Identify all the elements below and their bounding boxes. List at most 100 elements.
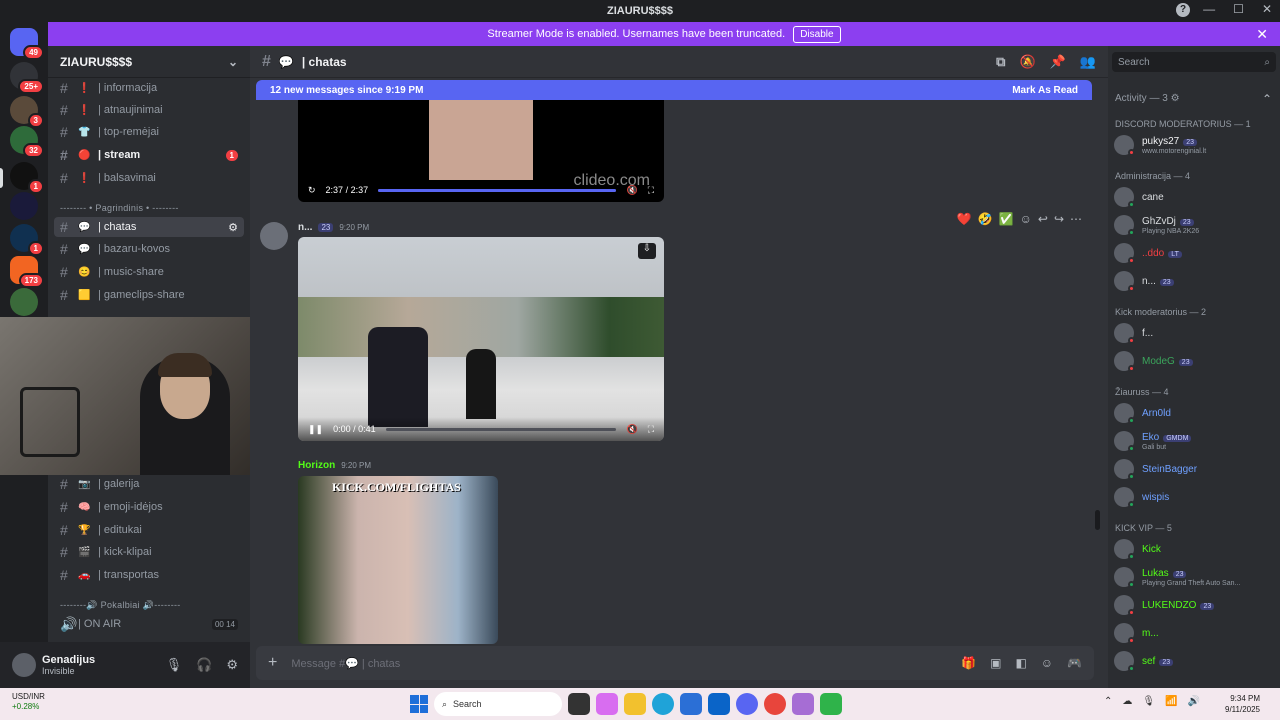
- channel-transportas[interactable]: # 🚗 | transportas: [54, 565, 244, 585]
- server-header[interactable]: ZIAURU$$$$ ⌄: [48, 46, 250, 78]
- server-icon[interactable]: 173: [10, 256, 44, 288]
- member-item[interactable]: pukys27 23 www.motorenginial.lt: [1114, 133, 1276, 157]
- volume-icon[interactable]: 🔇: [626, 424, 637, 435]
- maximize-icon[interactable]: ☐: [1233, 2, 1244, 16]
- copilot-icon[interactable]: [596, 693, 618, 715]
- channel-atnaujinimai[interactable]: # ❗ | atnaujinimai: [54, 100, 244, 120]
- sticker-icon[interactable]: ◧: [1015, 656, 1026, 670]
- member-item[interactable]: Arn0ld: [1114, 401, 1276, 425]
- message-input[interactable]: Message #💬 | chatas: [291, 657, 400, 670]
- replay-icon[interactable]: ↻: [308, 185, 316, 196]
- gif-icon[interactable]: ▣: [990, 656, 1001, 670]
- download-icon[interactable]: ⇩: [638, 243, 656, 259]
- microphone-icon[interactable]: 🎙: [166, 657, 183, 673]
- emoji-icon[interactable]: ☺: [1041, 656, 1053, 670]
- member-item[interactable]: ..ddo LT: [1114, 241, 1276, 265]
- channel-chatas[interactable]: # 💬 | chatas ⚙: [54, 217, 244, 237]
- taskbar-search[interactable]: ⌕ Search: [434, 692, 562, 716]
- category-pagrindinis[interactable]: -------- • Pagrindinis • --------: [60, 203, 179, 213]
- avatar[interactable]: [260, 222, 288, 250]
- server-icon[interactable]: [10, 288, 38, 316]
- server-icon[interactable]: 1: [10, 162, 44, 194]
- volume-icon[interactable]: 🔇: [626, 185, 637, 196]
- wifi-icon[interactable]: 📶: [1165, 696, 1177, 707]
- reply-icon[interactable]: ↩: [1038, 212, 1048, 226]
- home-icon[interactable]: 49: [10, 28, 44, 60]
- member-item[interactable]: f...: [1114, 321, 1276, 345]
- message-author[interactable]: Horizon: [298, 460, 335, 471]
- search-input[interactable]: Search ⌕: [1112, 52, 1276, 72]
- onedrive-icon[interactable]: ☁: [1122, 696, 1132, 707]
- apps-icon[interactable]: 🎮: [1067, 656, 1082, 670]
- member-item[interactable]: Eko GMDM Gali but: [1114, 429, 1276, 453]
- chevron-up-icon[interactable]: ⌃: [1262, 92, 1272, 106]
- member-item[interactable]: GhZvDj 23 Playing NBA 2K26: [1114, 213, 1276, 237]
- outlook-icon[interactable]: [708, 693, 730, 715]
- video-2-seek-bar[interactable]: [385, 427, 617, 431]
- check-reaction-icon[interactable]: ✅: [999, 212, 1014, 226]
- message-author[interactable]: n...: [298, 222, 312, 233]
- more-icon[interactable]: ⋯: [1070, 212, 1082, 226]
- channel-top-remejai[interactable]: # 👕 | top-remėjai: [54, 122, 244, 142]
- chevron-down-icon[interactable]: ⌄: [228, 55, 238, 69]
- member-item[interactable]: sef 23: [1114, 649, 1276, 673]
- heart-reaction-icon[interactable]: ❤️: [957, 212, 972, 226]
- stock-widget[interactable]: USD/INR +0.28%: [12, 692, 45, 713]
- channel-music-share[interactable]: # 😊 | music-share: [54, 262, 244, 282]
- channel-kick-klipai[interactable]: # 🎬 | kick-klipai: [54, 542, 244, 562]
- message-composer[interactable]: + Message #💬 | chatas 🎁 ▣ ◧ ☺ 🎮: [256, 646, 1094, 680]
- notifications-muted-icon[interactable]: 🔕: [1019, 54, 1035, 70]
- disable-button[interactable]: Disable: [793, 25, 841, 43]
- app-icon[interactable]: [792, 693, 814, 715]
- category-pokalbiai[interactable]: --------🔊 Pokalbiai 🔊--------: [60, 600, 181, 611]
- channel-emoji-idejos[interactable]: # 🧠 | emoji-idėjos: [54, 497, 244, 517]
- activity-header[interactable]: Activity — 3 ⚙: [1115, 93, 1180, 104]
- threads-icon[interactable]: ⧉: [996, 54, 1005, 70]
- headphones-icon[interactable]: 🎧: [196, 657, 212, 673]
- server-icon[interactable]: 32: [10, 126, 44, 158]
- gift-icon[interactable]: 🎁: [961, 656, 976, 670]
- user-info[interactable]: Genadijus Invisible: [42, 654, 95, 676]
- member-item[interactable]: cane: [1114, 185, 1276, 209]
- member-item[interactable]: Lukas 23 Playing Grand Theft Auto San...: [1114, 565, 1276, 589]
- member-item[interactable]: Kick: [1114, 537, 1276, 561]
- member-item[interactable]: LUKENDZO 23: [1114, 593, 1276, 617]
- edge-icon[interactable]: [652, 693, 674, 715]
- windows-start-icon[interactable]: [410, 695, 428, 713]
- store-icon[interactable]: [680, 693, 702, 715]
- laugh-reaction-icon[interactable]: 🤣: [978, 212, 993, 226]
- app-icon[interactable]: [820, 693, 842, 715]
- channel-gameclips-share[interactable]: # 🟨 | gameclips-share: [54, 285, 244, 305]
- fullscreen-icon[interactable]: ⛶: [648, 185, 654, 196]
- channel-editukai[interactable]: # 🏆 | editukai: [54, 520, 244, 540]
- forward-icon[interactable]: ↪: [1054, 212, 1064, 226]
- server-icon[interactable]: 25+: [10, 62, 44, 94]
- volume-icon[interactable]: 🔊: [1188, 696, 1200, 707]
- chevron-up-icon[interactable]: ⌃: [1104, 696, 1112, 707]
- channel-balsavimai[interactable]: # ❗ | balsavimai: [54, 168, 244, 188]
- image-attachment[interactable]: KICK.COM/FLIGHTAS: [298, 476, 498, 644]
- video-player-1[interactable]: clideo.com ↻ 2:37 / 2:37 🔇 ⛶: [298, 100, 664, 202]
- member-item[interactable]: wispis: [1114, 485, 1276, 509]
- member-item[interactable]: n... 23: [1114, 269, 1276, 293]
- file-explorer-icon[interactable]: [624, 693, 646, 715]
- new-messages-bar[interactable]: 12 new messages since 9:19 PM Mark As Re…: [256, 80, 1092, 100]
- clock[interactable]: 9:34 PM 9/11/2025: [1225, 693, 1260, 715]
- mic-icon[interactable]: 🎙: [1142, 696, 1155, 707]
- mark-as-read-button[interactable]: Mark As Read: [1012, 85, 1078, 96]
- server-icon[interactable]: 3: [10, 96, 44, 128]
- video-player-2[interactable]: ⇩ ❚❚ 0:00 / 0:41 🔇 ⛶: [298, 237, 664, 441]
- fullscreen-icon[interactable]: ⛶: [648, 424, 654, 435]
- member-item[interactable]: SteinBagger: [1114, 457, 1276, 481]
- close-banner-icon[interactable]: ✕: [1256, 26, 1268, 43]
- discord-icon[interactable]: [736, 693, 758, 715]
- task-view-icon[interactable]: [568, 693, 590, 715]
- member-item[interactable]: ModeG 23: [1114, 349, 1276, 373]
- pin-icon[interactable]: 📌: [1050, 54, 1066, 70]
- avatar[interactable]: [12, 653, 36, 677]
- add-reaction-icon[interactable]: ☺: [1020, 212, 1032, 226]
- add-attachment-icon[interactable]: +: [268, 654, 277, 672]
- pause-icon[interactable]: ❚❚: [308, 424, 323, 435]
- chrome-icon[interactable]: [764, 693, 786, 715]
- channel-galerija[interactable]: # 📷 | galerija: [54, 474, 244, 494]
